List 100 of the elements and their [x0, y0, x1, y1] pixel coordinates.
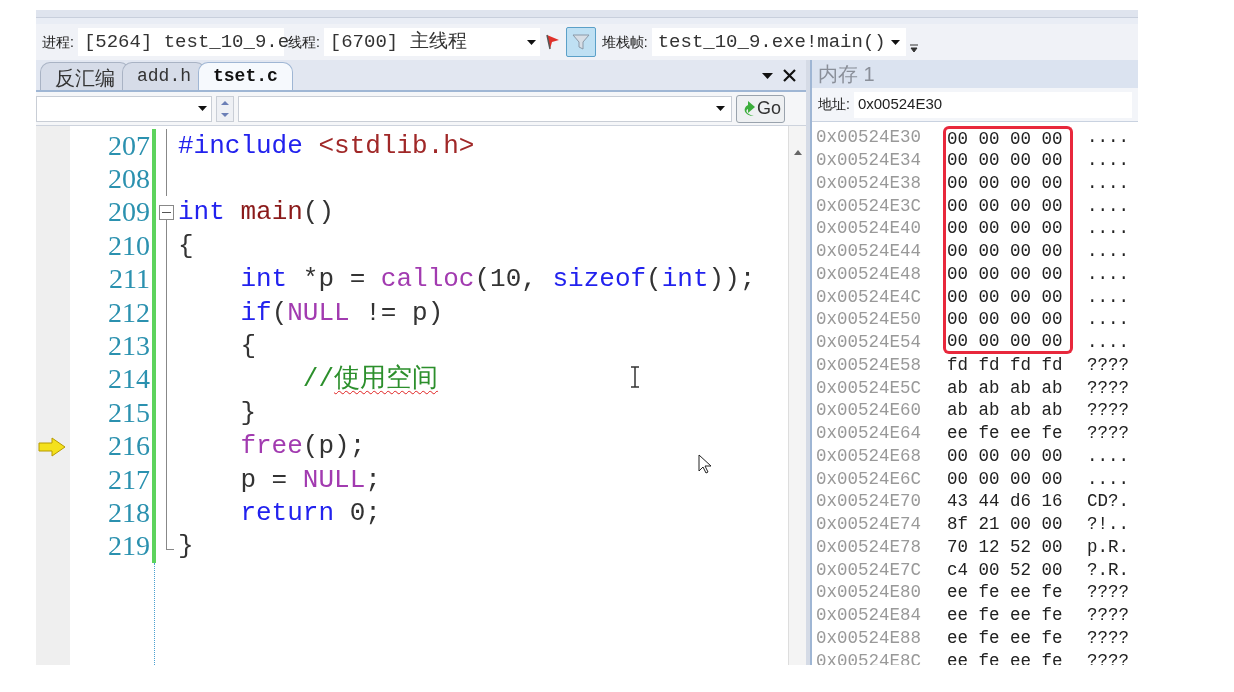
highlighted-memory-bytes: 00 00 00 00 [943, 239, 1073, 263]
memory-ascii: .... [1087, 217, 1129, 241]
process-label: 进程: [42, 32, 74, 52]
memory-ascii: .... [1087, 285, 1129, 309]
line-number: 213 [107, 329, 151, 364]
memory-address: 0x00524E70 [816, 490, 923, 514]
memory-address: 0x00524E6C [816, 467, 923, 491]
memory-address: 0x00524E84 [816, 604, 923, 627]
code-line: int *p = calloc(10, sizeof(int)); [239, 266, 756, 293]
memory-ascii: p.R. [1087, 535, 1129, 559]
code-line: return 0; [239, 500, 381, 526]
memory-address: 0x00524E80 [816, 581, 923, 605]
editor-tab[interactable]: tset.c [198, 62, 293, 90]
line-number: 215 [107, 395, 151, 430]
go-button[interactable]: Go [736, 94, 785, 123]
close-icon[interactable] [783, 69, 796, 82]
filter-icon [570, 32, 591, 52]
address-label: 地址: [818, 95, 850, 114]
memory-ascii: ?.R. [1087, 558, 1129, 582]
line-number: 209 [107, 195, 151, 230]
memory-address: 0x00524E34 [816, 149, 923, 172]
memory-ascii: ???? [1087, 604, 1129, 627]
memory-bytes: 43 44 d6 16 [946, 490, 1064, 513]
code-line: } [239, 399, 256, 426]
spin-buttons[interactable] [216, 95, 234, 122]
memory-bytes: ee fe ee fe [946, 604, 1064, 627]
memory-ascii: CD?. [1087, 490, 1129, 514]
highlighted-memory-bytes: 00 00 00 00 [943, 217, 1073, 240]
memory-ascii: ???? [1087, 422, 1129, 445]
line-number: 216 [107, 429, 151, 464]
stack-frame-dropdown[interactable]: test_10_9.exe!main() [651, 28, 906, 56]
memory-bytes: ee fe ee fe [946, 422, 1064, 445]
memory-ascii: .... [1087, 262, 1129, 286]
highlighted-memory-bytes: 00 00 00 00 [943, 330, 1073, 354]
code-line: } [178, 533, 194, 560]
memory-address: 0x00524E48 [816, 262, 923, 286]
memory-address: 0x00524E7C [816, 558, 923, 582]
memory-ascii: .... [1087, 331, 1129, 354]
stack-frame-label: 堆栈帧: [601, 32, 648, 52]
memory-address: 0x00524E40 [816, 217, 923, 241]
thread-dropdown[interactable]: [6700] 主线程 [323, 28, 540, 56]
memory-address: 0x00524E3C [816, 194, 923, 218]
memory-bytes: ee fe ee fe [946, 626, 1064, 650]
mouse-pointer-icon [698, 454, 712, 474]
line-number: 219 [107, 529, 151, 564]
dropdown-arrow-icon[interactable] [762, 72, 773, 79]
memory-address: 0x00524E30 [816, 126, 923, 150]
memory-bytes: c4 00 52 00 [946, 558, 1064, 581]
memory-ascii: .... [1087, 149, 1129, 172]
memory-ascii: .... [1087, 171, 1129, 195]
memory-address: 0x00524E78 [816, 535, 923, 559]
code-line: { [178, 232, 194, 259]
text-cursor-icon [630, 366, 640, 388]
line-number: 211 [108, 262, 151, 297]
line-number: 218 [107, 496, 151, 530]
dropdown-arrow-icon [198, 106, 207, 111]
memory-bytes: 70 12 52 00 [946, 535, 1064, 559]
overflow-icon[interactable] [909, 43, 918, 53]
dropdown-arrow-icon [716, 106, 725, 111]
code-line: if(NULL != p) [239, 299, 444, 326]
memory-address: 0x00524E58 [816, 353, 923, 377]
memory-ascii: ?!.. [1087, 513, 1129, 536]
memory-ascii: ???? [1087, 649, 1129, 665]
scroll-up-icon[interactable] [793, 150, 802, 155]
line-number: 207 [107, 128, 151, 163]
code-line: p = NULL; [239, 466, 381, 493]
memory-ascii: .... [1087, 444, 1129, 468]
code-line: #include <stdlib.h> [178, 132, 475, 159]
memory-bytes: ab ab ab ab [946, 376, 1064, 399]
panel-title: 内存 1 [812, 60, 1138, 88]
memory-address: 0x00524E4C [816, 285, 923, 309]
memory-bytes: 00 00 00 00 [946, 444, 1064, 468]
memory-bytes: ee fe ee fe [946, 649, 1064, 665]
collapse-icon[interactable] [159, 204, 174, 220]
highlighted-memory-bytes: 00 00 00 00 [943, 262, 1073, 286]
line-number: 210 [107, 228, 151, 263]
memory-address: 0x00524E50 [816, 308, 923, 332]
memory-address: 0x00524E74 [816, 513, 923, 536]
thread-label: 线程: [287, 32, 320, 52]
memory-ascii: ???? [1087, 376, 1129, 400]
highlighted-memory-bytes: 00 00 00 00 [943, 171, 1073, 195]
code-line: { [239, 333, 256, 360]
memory-address: 0x00524E5C [816, 376, 923, 400]
memory-ascii: ???? [1087, 626, 1129, 650]
vertical-scrollbar[interactable] [788, 126, 806, 665]
highlighted-memory-bytes: 00 00 00 00 [943, 308, 1073, 331]
line-number: 212 [107, 295, 151, 330]
memory-ascii: ???? [1087, 353, 1129, 377]
address-field[interactable]: 0x00524E30 [853, 91, 1132, 118]
dropdown-arrow-icon [890, 39, 900, 45]
highlighted-memory-bytes: 00 00 00 00 [943, 194, 1073, 217]
memory-ascii: .... [1087, 467, 1129, 491]
memory-address: 0x00524E60 [816, 399, 923, 423]
memory-ascii: .... [1087, 308, 1129, 332]
code-line: //使用空间 [301, 366, 439, 393]
dropdown-arrow-icon [526, 39, 536, 45]
code-line: int main() [178, 199, 335, 226]
memory-bytes: 8f 21 00 00 [946, 513, 1064, 536]
memory-bytes: 00 00 00 00 [946, 467, 1064, 490]
highlighted-memory-bytes: 00 00 00 00 [943, 148, 1073, 172]
